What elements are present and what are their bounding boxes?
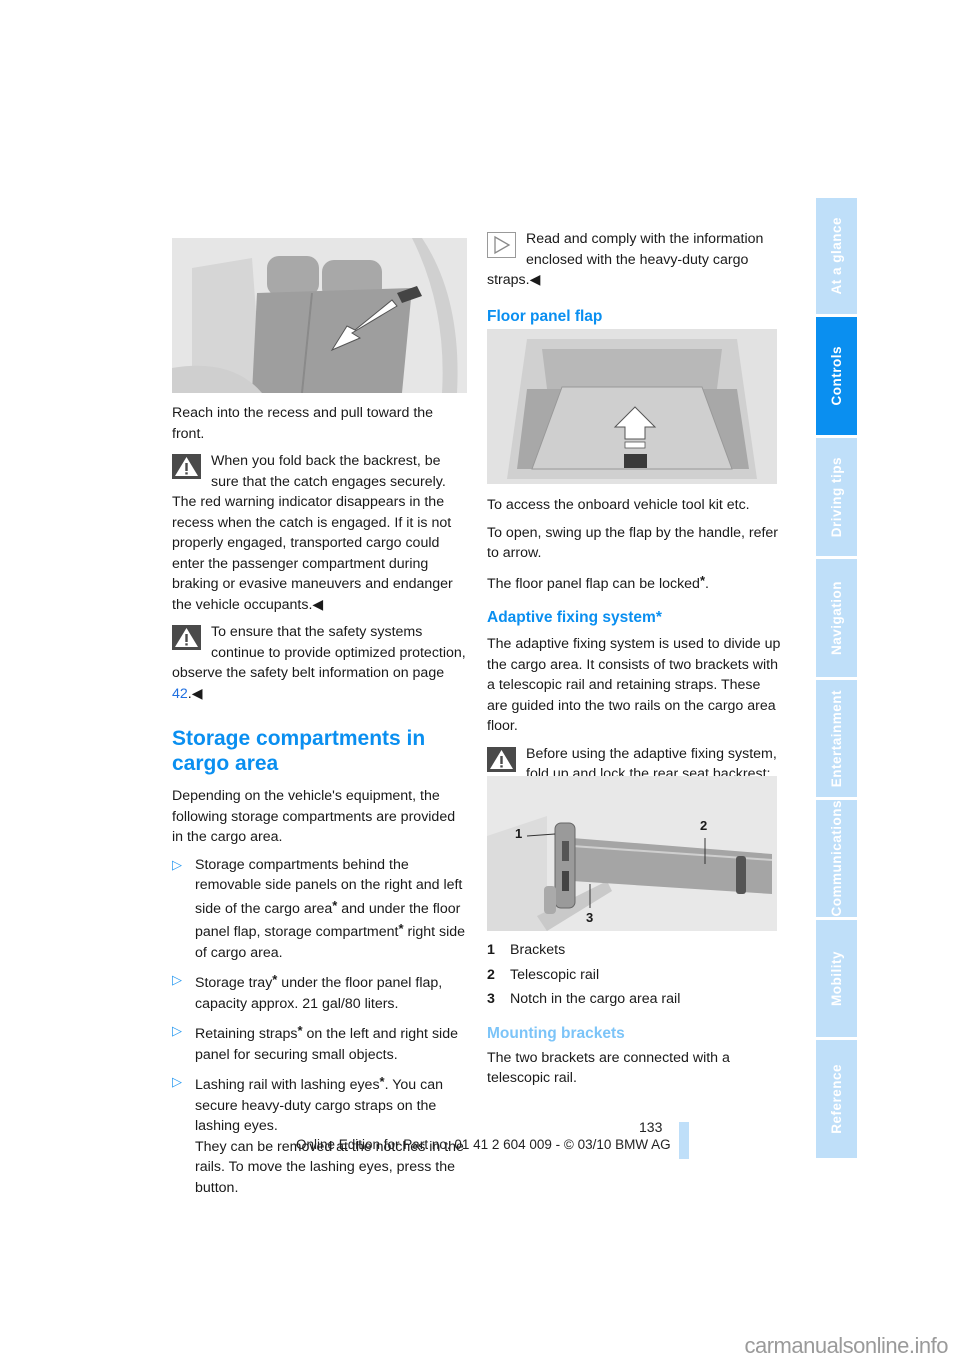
note-cargo-straps-text: Read and comply with the information enc… [487, 231, 764, 288]
storage-intro: Depending on the vehicle's equipment, th… [172, 788, 456, 845]
side-tab-at-a-glance[interactable]: At a glance [816, 198, 857, 314]
legend-number: 2 [487, 966, 495, 983]
note-triangle-icon [487, 232, 516, 258]
side-tab-navigation[interactable]: Navigation [816, 559, 857, 677]
bullet-triangle-icon: ▷ [172, 972, 182, 987]
callout-2: 2 [700, 818, 708, 833]
list-item: ▷ Lashing rail with lashing eyes*. You c… [172, 1072, 467, 1198]
floor-lock-text: The floor panel flap can be locked*. [487, 572, 709, 592]
legend-item: 2 Telescopic rail [487, 965, 782, 986]
section-title-storage: Storage compartments in cargo area [172, 727, 426, 775]
floor-open-text: To open, swing up the flap by the handle… [487, 524, 779, 562]
side-tab-label: Mobility [829, 951, 844, 1006]
legend-label: Notch in the cargo area rail [510, 991, 681, 1007]
section-title-mounting-brackets: Mounting brackets [487, 1024, 625, 1042]
list-item: ▷ Storage compartments behind the remova… [172, 855, 467, 964]
bullet-text: Lashing rail with lashing eyes [195, 1077, 380, 1093]
rear-seat-illustration [172, 238, 467, 393]
section-title-floor-panel: Floor panel flap [487, 307, 603, 325]
bullet-triangle-icon: ▷ [172, 856, 182, 872]
adaptive-intro: The adaptive fixing system is used to di… [487, 636, 781, 734]
side-tab-label: At a glance [829, 217, 844, 295]
side-tab-label: Driving tips [829, 456, 844, 538]
bullet-text: Retaining straps [195, 1026, 298, 1042]
bullet-triangle-icon: ▷ [172, 1023, 182, 1038]
floor-access-text: To access the onboard vehicle tool kit e… [487, 497, 750, 513]
right-column-bottom: 1 Brackets 2 Telescopic rail 3 Notch in the… [487, 940, 782, 1096]
side-tab-label: Navigation [829, 580, 844, 655]
legend-number: 3 [487, 991, 495, 1007]
page-42-link[interactable]: 42 [172, 686, 188, 702]
side-tab-label: Communications [829, 800, 844, 917]
end-mark: ◀ [312, 596, 324, 613]
bullet-triangle-icon: ▷ [172, 1074, 182, 1089]
legend-item: 3 Notch in the cargo area rail [487, 989, 782, 1010]
list-item: ▷ Storage tray* under the floor panel fl… [172, 970, 467, 1014]
warning-safety-belt: To ensure that the safety systems contin… [172, 624, 466, 702]
section-title-adaptive-fixing: Adaptive fixing system* [487, 609, 662, 626]
side-tab-driving-tips[interactable]: Driving tips [816, 438, 857, 556]
warning-backrest-text: When you fold back the backrest, be sure… [172, 453, 453, 613]
reach-instruction: Reach into the recess and pull toward th… [172, 405, 434, 442]
side-tab-communications[interactable]: Communications [816, 800, 857, 917]
legend-label: Telescopic rail [510, 966, 600, 983]
side-tab-controls[interactable]: Controls [816, 317, 857, 435]
side-tab-reference[interactable]: Reference [816, 1040, 857, 1158]
page-marker-bar [679, 1122, 689, 1159]
floor-lock-label: The floor panel flap can be locked [487, 575, 700, 592]
note-cargo-straps: Read and comply with the information enc… [487, 229, 782, 291]
side-tab-mobility[interactable]: Mobility [816, 920, 857, 1037]
floor-panel-illustration [487, 329, 777, 484]
callout-3: 3 [586, 910, 594, 925]
legend-label: Brackets [510, 942, 566, 958]
warning-backrest: When you fold back the backrest, be sure… [172, 451, 467, 615]
list-item: ▷ Retaining straps* on the left and righ… [172, 1021, 467, 1065]
bracket-rail-drawing [487, 776, 777, 931]
page-number: 133 [639, 1119, 663, 1135]
side-tab-label: Controls [829, 346, 844, 406]
end-mark: ◀ [529, 272, 541, 288]
bullet-text: Storage tray [195, 975, 273, 991]
right-column-top: Read and comply with the information enc… [487, 229, 782, 327]
end-mark: ◀ [191, 685, 203, 702]
side-tab-label: Reference [829, 1064, 844, 1134]
warning-triangle-icon [487, 746, 516, 772]
mounting-text: The two brackets are connected with a te… [487, 1049, 730, 1087]
rear-seat-drawing [172, 238, 467, 393]
warning-safety-belt-text: To ensure that the safety systems contin… [172, 624, 466, 681]
cargo-floor-drawing [487, 329, 777, 484]
left-column: Reach into the recess and pull toward th… [172, 403, 467, 1205]
side-tab-entertainment[interactable]: Entertainment [816, 680, 857, 797]
edition-footer: Online Edition for Part no. 01 41 2 604 … [296, 1137, 671, 1152]
legend-number: 1 [487, 942, 495, 958]
adaptive-fixing-illustration: 1 2 3 [487, 776, 777, 931]
watermark: carmanualsonline.info [744, 1333, 948, 1358]
callout-1: 1 [515, 826, 523, 841]
optional-equipment-star: * [699, 572, 706, 588]
warning-triangle-icon [172, 625, 201, 650]
side-tab-label: Entertainment [829, 689, 844, 788]
warning-triangle-icon [172, 454, 201, 479]
legend-item: 1 Brackets [487, 940, 782, 961]
